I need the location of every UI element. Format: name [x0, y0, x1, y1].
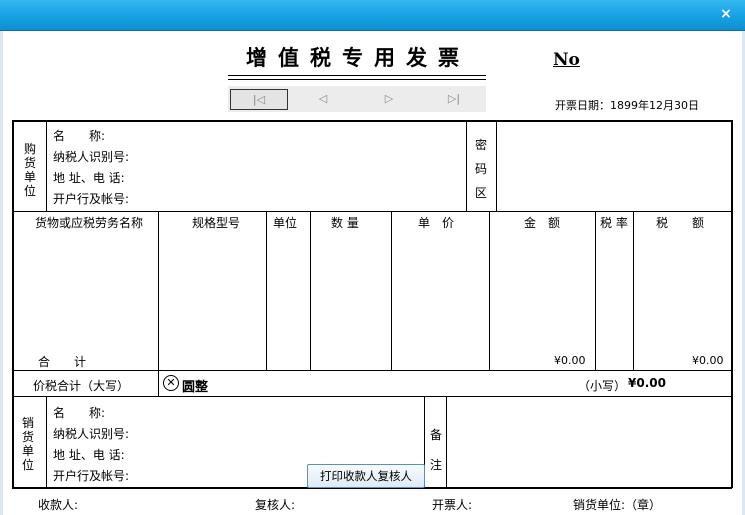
seller-name-label: 名 称:: [53, 406, 106, 420]
nav-prev-button[interactable]: ◁: [295, 89, 351, 108]
total-tax: ¥0.00: [692, 354, 724, 367]
col-price-header: 单 价: [418, 216, 455, 230]
title-underline: [228, 75, 486, 76]
seller-address-label: 地 址、电 话:: [53, 448, 125, 462]
seller-stamp-label: 销货单位:（章）: [573, 498, 662, 512]
col-tax-header: 税 额: [656, 216, 705, 230]
buyer-address-label: 地 址、电 话:: [53, 171, 125, 185]
grand-total-words: 圆整: [182, 380, 209, 395]
col-unit-header: 单位: [273, 216, 298, 230]
window-frame-left: [0, 31, 3, 515]
payee-label: 收款人:: [38, 498, 79, 512]
grand-total-small-label: （小写）: [578, 379, 627, 393]
window-titlebar: [0, 0, 745, 31]
buyer-taxid-label: 纳税人识别号:: [53, 150, 130, 164]
grand-total-label: 价税合计（大写）: [33, 379, 130, 393]
remark-label: 备注: [429, 428, 442, 472]
close-icon[interactable]: ×: [715, 4, 737, 24]
buyer-bank-label: 开户行及帐号:: [53, 192, 130, 206]
col-spec-header: 规格型号: [192, 216, 241, 230]
reviewer-label: 复核人:: [255, 498, 296, 512]
col-rate-header: 税 率: [600, 216, 628, 230]
invoice-date: 开票日期：1899年12月30日: [555, 99, 699, 112]
total-label: 合 计: [38, 355, 87, 369]
total-amount: ¥0.00: [554, 354, 586, 367]
record-navigator: |◁ ◁ ▷ ▷|: [228, 86, 486, 112]
print-payee-reviewer-button[interactable]: 打印收款人复核人: [307, 464, 425, 488]
col-goods-header: 货物或应税劳务名称: [35, 216, 144, 230]
title-underline: [228, 79, 486, 80]
col-amount-header: 金 额: [524, 216, 561, 230]
nav-next-button[interactable]: ▷: [361, 89, 417, 108]
invoice-number-label: No: [553, 50, 580, 70]
drawer-label: 开票人:: [432, 498, 473, 512]
nav-last-button[interactable]: ▷|: [426, 89, 482, 108]
cross-circle-icon: ✕: [163, 375, 179, 391]
seller-section-label: 销货单位: [21, 416, 34, 472]
col-qty-header: 数 量: [331, 216, 359, 230]
grand-total-small-value: ¥0.00: [628, 376, 666, 390]
seller-taxid-label: 纳税人识别号:: [53, 427, 130, 441]
buyer-section-label: 购货单位: [23, 142, 36, 198]
nav-first-button[interactable]: |◁: [230, 89, 288, 110]
seller-bank-label: 开户行及帐号:: [53, 469, 130, 483]
invoice-title: 增值税专用发票: [246, 45, 470, 70]
buyer-name-label: 名 称:: [53, 129, 106, 143]
cipher-area-label: 密码区: [474, 138, 487, 200]
